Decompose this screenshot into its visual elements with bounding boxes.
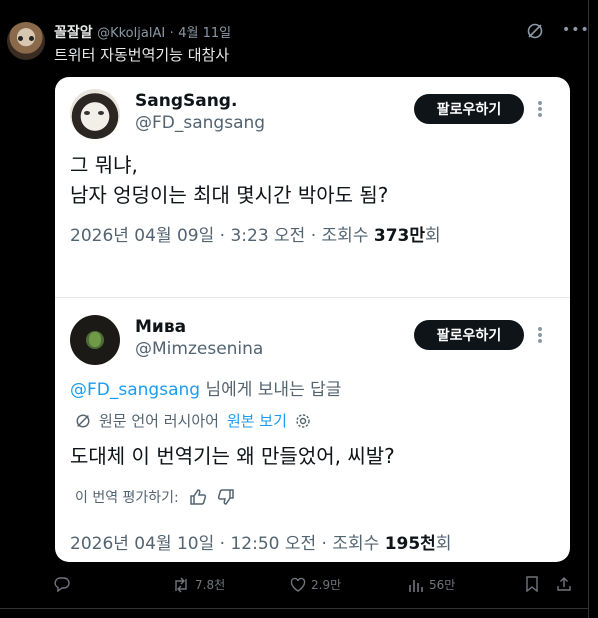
tweet1-line-1: 그 뭐냐, xyxy=(70,153,138,177)
rate-translation: 이 번역 평가하기: xyxy=(75,487,235,507)
action-bar: 7.8천 2.9만 56만 xyxy=(0,574,598,598)
grok-icon[interactable] xyxy=(526,22,544,40)
tweet1-meta: 2026년 04월 09일 · 3:23 오전 · 조회수 373만회 xyxy=(70,221,441,246)
tweet2-views: 195천 xyxy=(384,534,436,554)
timeline-border xyxy=(588,0,589,618)
tweet2-datetime: 2026년 04월 10일 · 12:50 오전 · 조회수 xyxy=(70,534,385,554)
author-avatar[interactable] xyxy=(7,22,45,60)
rate-label: 이 번역 평가하기: xyxy=(75,490,179,506)
tweet2-name: Мива xyxy=(135,317,187,337)
tweet2-text: 도대체 이 번역기는 왜 만들었어, 씨발? xyxy=(70,444,395,468)
bookmark-icon xyxy=(526,576,538,592)
tweet1-handle: @FD_sangsang xyxy=(135,113,266,133)
card-divider xyxy=(55,297,570,298)
views-button[interactable]: 56만 xyxy=(408,576,455,593)
header-separator: · xyxy=(169,26,174,41)
thumbs-up-icon xyxy=(190,489,206,505)
tweet2-handle: @Mimzesenina xyxy=(135,339,264,359)
tweet1-datetime: 2026년 04월 09일 · 3:23 오전 · 조회수 xyxy=(70,226,374,246)
settings-gear-icon xyxy=(296,413,310,428)
retweet-button[interactable]: 7.8천 xyxy=(172,576,225,593)
post-header: 꼴잘알 @KkoljalAI · 4월 11일 xyxy=(54,22,231,42)
tweet1-follow-button: 팔로우하기 xyxy=(414,94,524,124)
share-icon xyxy=(557,577,571,591)
analytics-icon xyxy=(409,579,423,592)
author-handle[interactable]: @KkoljalAI xyxy=(97,26,165,41)
like-button[interactable]: 2.9만 xyxy=(290,576,341,593)
view-count: 56만 xyxy=(429,578,456,592)
translation-info: 원문 언어 러시아어 원본 보기 xyxy=(75,410,311,431)
tweet2-views-suffix: 회 xyxy=(435,534,452,554)
reply-suffix: 님에게 보내는 답글 xyxy=(200,380,342,400)
reply-mention: @FD_sangsang xyxy=(70,380,201,400)
tweet1-line-2: 남자 엉덩이는 최대 몇시간 박아도 됨? xyxy=(70,183,389,207)
tweet1-views: 373만 xyxy=(373,226,426,246)
quoted-screenshot: SangSang. @FD_sangsang 팔로우하기 그 뭐냐, 남자 엉덩… xyxy=(55,77,570,562)
tweet1-more-icon xyxy=(538,99,542,119)
reply-icon xyxy=(54,577,70,592)
author-name[interactable]: 꼴잘알 xyxy=(54,25,93,41)
translated-from-label: 원문 언어 러시아어 xyxy=(99,412,219,430)
post-text: 트위터 자동번역기능 대참사 xyxy=(54,46,230,64)
more-icon[interactable]: ••• xyxy=(562,22,590,38)
heart-icon xyxy=(290,577,306,592)
thumbs-down-icon xyxy=(217,489,234,505)
reply-button[interactable] xyxy=(54,576,70,592)
tweet2-meta: 2026년 04월 10일 · 12:50 오전 · 조회수 195천회 xyxy=(70,529,451,554)
bookmark-button[interactable] xyxy=(525,576,539,592)
reply-context: @FD_sangsang 님에게 보내는 답글 xyxy=(70,375,341,400)
tweet1-name: SangSang. xyxy=(135,91,238,111)
tweet1-avatar xyxy=(70,89,120,139)
retweet-count: 7.8천 xyxy=(195,578,226,592)
show-original-link: 원본 보기 xyxy=(226,412,287,430)
like-count: 2.9만 xyxy=(311,578,342,592)
tweet1-text: 그 뭐냐, 남자 엉덩이는 최대 몇시간 박아도 됨? xyxy=(70,150,388,210)
tweet2-avatar xyxy=(70,315,120,365)
share-button[interactable] xyxy=(556,576,572,592)
translate-icon xyxy=(76,414,90,427)
post-bottom-border xyxy=(0,608,588,609)
tweet-container: 꼴잘알 @KkoljalAI · 4월 11일 ••• 트위터 자동번역기능 대… xyxy=(0,0,598,618)
tweet2-follow-button: 팔로우하기 xyxy=(414,320,524,350)
retweet-icon xyxy=(175,577,187,592)
tweet1-views-suffix: 회 xyxy=(425,226,441,246)
tweet2-more-icon xyxy=(538,325,542,345)
post-date[interactable]: 4월 11일 xyxy=(178,26,231,41)
